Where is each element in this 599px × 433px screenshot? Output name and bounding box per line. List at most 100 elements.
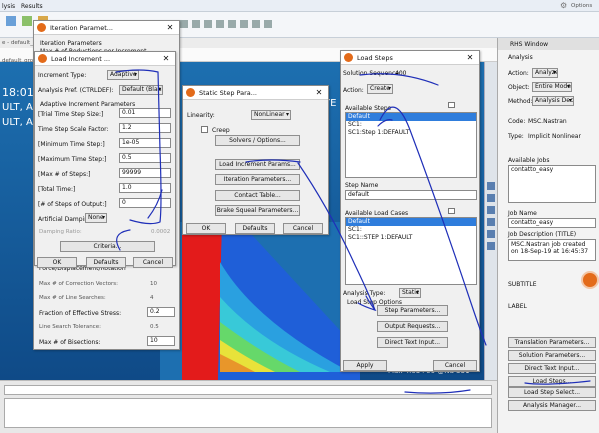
window-title: Iteration Paramet... ✕ bbox=[34, 21, 179, 35]
list-item[interactable]: SC1::STEP 1:DEFAULT bbox=[346, 234, 476, 242]
load-steps-button[interactable]: Load Steps... bbox=[508, 376, 596, 387]
available-cases-list[interactable]: Default SC1: SC1::STEP 1:DEFAULT bbox=[345, 217, 477, 285]
action-select[interactable]: Analyze bbox=[532, 68, 558, 78]
cancel-button[interactable]: Cancel bbox=[133, 257, 173, 268]
min-time-step-input[interactable]: 1e-05 bbox=[119, 138, 171, 148]
solvers-options-button[interactable]: Solvers / Options... bbox=[215, 135, 300, 146]
filter-icon[interactable] bbox=[448, 208, 455, 214]
window-title: Load Increment ... ✕ bbox=[35, 52, 175, 66]
tool-icon[interactable] bbox=[487, 194, 495, 202]
vertical-tool-strip bbox=[484, 62, 497, 380]
analysis-manager-button[interactable]: Analysis Manager... bbox=[508, 400, 596, 411]
toolbar-icon[interactable] bbox=[264, 20, 272, 28]
options-link[interactable]: Options bbox=[571, 3, 592, 9]
direct-text-input-button[interactable]: Direct Text Input... bbox=[508, 363, 596, 374]
tool-icon[interactable] bbox=[487, 206, 495, 214]
code-value: MSC.Nastran bbox=[528, 118, 567, 125]
fringe-plot bbox=[160, 222, 360, 380]
list-item[interactable]: Default bbox=[346, 218, 476, 226]
steps-of-output-input[interactable]: 0 bbox=[119, 198, 171, 208]
ok-button[interactable]: OK bbox=[186, 223, 226, 234]
solution-parameters-button[interactable]: Solution Parameters... bbox=[508, 350, 596, 361]
linearity-select[interactable]: NonLinear bbox=[251, 110, 291, 120]
close-icon[interactable]: ✕ bbox=[161, 23, 179, 32]
sequence-label: Solution Sequence: bbox=[343, 70, 401, 77]
translation-parameters-button[interactable]: Translation Parameters... bbox=[508, 337, 596, 348]
defaults-button[interactable]: Defaults bbox=[235, 223, 275, 234]
job-name-field[interactable]: contatto_easy bbox=[508, 218, 596, 228]
field-label: Fraction of Effective Stress: bbox=[39, 310, 122, 317]
close-icon[interactable]: ✕ bbox=[461, 53, 479, 62]
app-icon bbox=[37, 23, 46, 32]
available-steps-list[interactable]: Default SC1: SC1:Step 1:DEFAULT bbox=[345, 112, 477, 178]
list-item[interactable]: contatto_easy bbox=[509, 166, 595, 174]
toolbar-icon[interactable] bbox=[192, 20, 200, 28]
defaults-button[interactable]: Defaults bbox=[86, 257, 126, 268]
contact-table-button[interactable]: Contact Table... bbox=[215, 190, 300, 201]
object-select[interactable]: Entire Model bbox=[532, 82, 572, 92]
gear-icon[interactable]: ⚙ bbox=[560, 1, 567, 10]
step-name-label: Step Name bbox=[345, 182, 379, 189]
load-increment-params-button[interactable]: Load Increment Params... bbox=[215, 159, 300, 170]
tab-analysis[interactable]: Analysis bbox=[508, 54, 533, 61]
toolbar-icon[interactable] bbox=[180, 20, 188, 28]
status-field[interactable] bbox=[4, 398, 492, 428]
creep-checkbox[interactable] bbox=[201, 126, 208, 133]
brake-squeal-parameters-button[interactable]: Brake Squeal Parameters... bbox=[215, 205, 300, 216]
analysis-type-select[interactable]: Static bbox=[399, 288, 421, 298]
tool-icon[interactable] bbox=[487, 242, 495, 250]
window-title: Load Steps ✕ bbox=[341, 51, 479, 65]
fraction-effective-stress-input[interactable]: 0.2 bbox=[147, 307, 175, 317]
rhs-window: RHS Window Analysis Action: Analyze Obje… bbox=[497, 38, 599, 433]
jobs-list[interactable]: contatto_easy bbox=[508, 165, 596, 203]
toolbar-icon[interactable] bbox=[22, 16, 32, 26]
action-label: Action: bbox=[343, 87, 364, 94]
filter-icon[interactable] bbox=[448, 102, 455, 108]
window-title-text: Load Steps bbox=[357, 53, 393, 62]
ok-button[interactable]: OK bbox=[37, 257, 77, 268]
cancel-button[interactable]: Cancel bbox=[433, 360, 477, 371]
toolbar-icon[interactable] bbox=[204, 20, 212, 28]
direct-text-input-button[interactable]: Direct Text Input... bbox=[377, 337, 448, 348]
action-select[interactable]: Create bbox=[367, 84, 393, 94]
list-item[interactable]: SC1:Step 1:DEFAULT bbox=[346, 129, 476, 137]
close-icon[interactable]: ✕ bbox=[310, 88, 328, 97]
analysis-pref-select[interactable]: Default (Blank) bbox=[119, 85, 163, 95]
list-item[interactable]: SC1: bbox=[346, 121, 476, 129]
toolbar-icon[interactable] bbox=[228, 20, 236, 28]
tool-icon[interactable] bbox=[487, 230, 495, 238]
max-bisections-input[interactable]: 10 bbox=[147, 336, 175, 346]
close-icon[interactable]: ✕ bbox=[157, 54, 175, 63]
toolbar-icon[interactable] bbox=[6, 16, 16, 26]
cancel-button[interactable]: Cancel bbox=[283, 223, 323, 234]
output-requests-button[interactable]: Output Requests... bbox=[377, 321, 448, 332]
tab-analysis[interactable]: lysis bbox=[2, 3, 15, 10]
increment-type-select[interactable]: Adaptive bbox=[107, 70, 139, 80]
list-item[interactable]: SC1: bbox=[346, 226, 476, 234]
app-icon bbox=[186, 88, 195, 97]
list-item[interactable]: Default bbox=[346, 113, 476, 121]
apply-button[interactable]: Apply bbox=[343, 360, 387, 371]
step-parameters-button[interactable]: Step Parameters... bbox=[377, 305, 448, 316]
job-desc-field[interactable]: MSC.Nastran job created on 18-Sep-19 at … bbox=[508, 239, 596, 261]
artificial-damping-select[interactable]: None bbox=[85, 213, 107, 223]
criteria-button[interactable]: Criteria... bbox=[60, 241, 155, 252]
max-steps-input[interactable]: 99999 bbox=[119, 168, 171, 178]
status-field[interactable] bbox=[4, 385, 492, 395]
creep-label: Creep bbox=[212, 127, 230, 134]
tab-results[interactable]: Results bbox=[21, 3, 43, 10]
trial-time-step-input[interactable]: 0.01 bbox=[119, 108, 171, 118]
scale-factor-input[interactable]: 1.2 bbox=[119, 123, 171, 133]
iteration-parameters-button[interactable]: Iteration Parameters... bbox=[215, 174, 300, 185]
load-step-select-button[interactable]: Load Step Select... bbox=[508, 387, 596, 398]
toolbar-icon[interactable] bbox=[216, 20, 224, 28]
step-name-field[interactable]: default bbox=[345, 190, 477, 200]
method-select[interactable]: Analysis Deck bbox=[532, 96, 574, 106]
toolbar-icon[interactable] bbox=[240, 20, 248, 28]
max-time-step-input[interactable]: 0.5 bbox=[119, 153, 171, 163]
total-time-input[interactable]: 1.0 bbox=[119, 183, 171, 193]
analysis-pref-label: Analysis Pref. (CTRLDEF): bbox=[38, 87, 114, 94]
tool-icon[interactable] bbox=[487, 182, 495, 190]
tool-icon[interactable] bbox=[487, 218, 495, 226]
toolbar-icon[interactable] bbox=[252, 20, 260, 28]
